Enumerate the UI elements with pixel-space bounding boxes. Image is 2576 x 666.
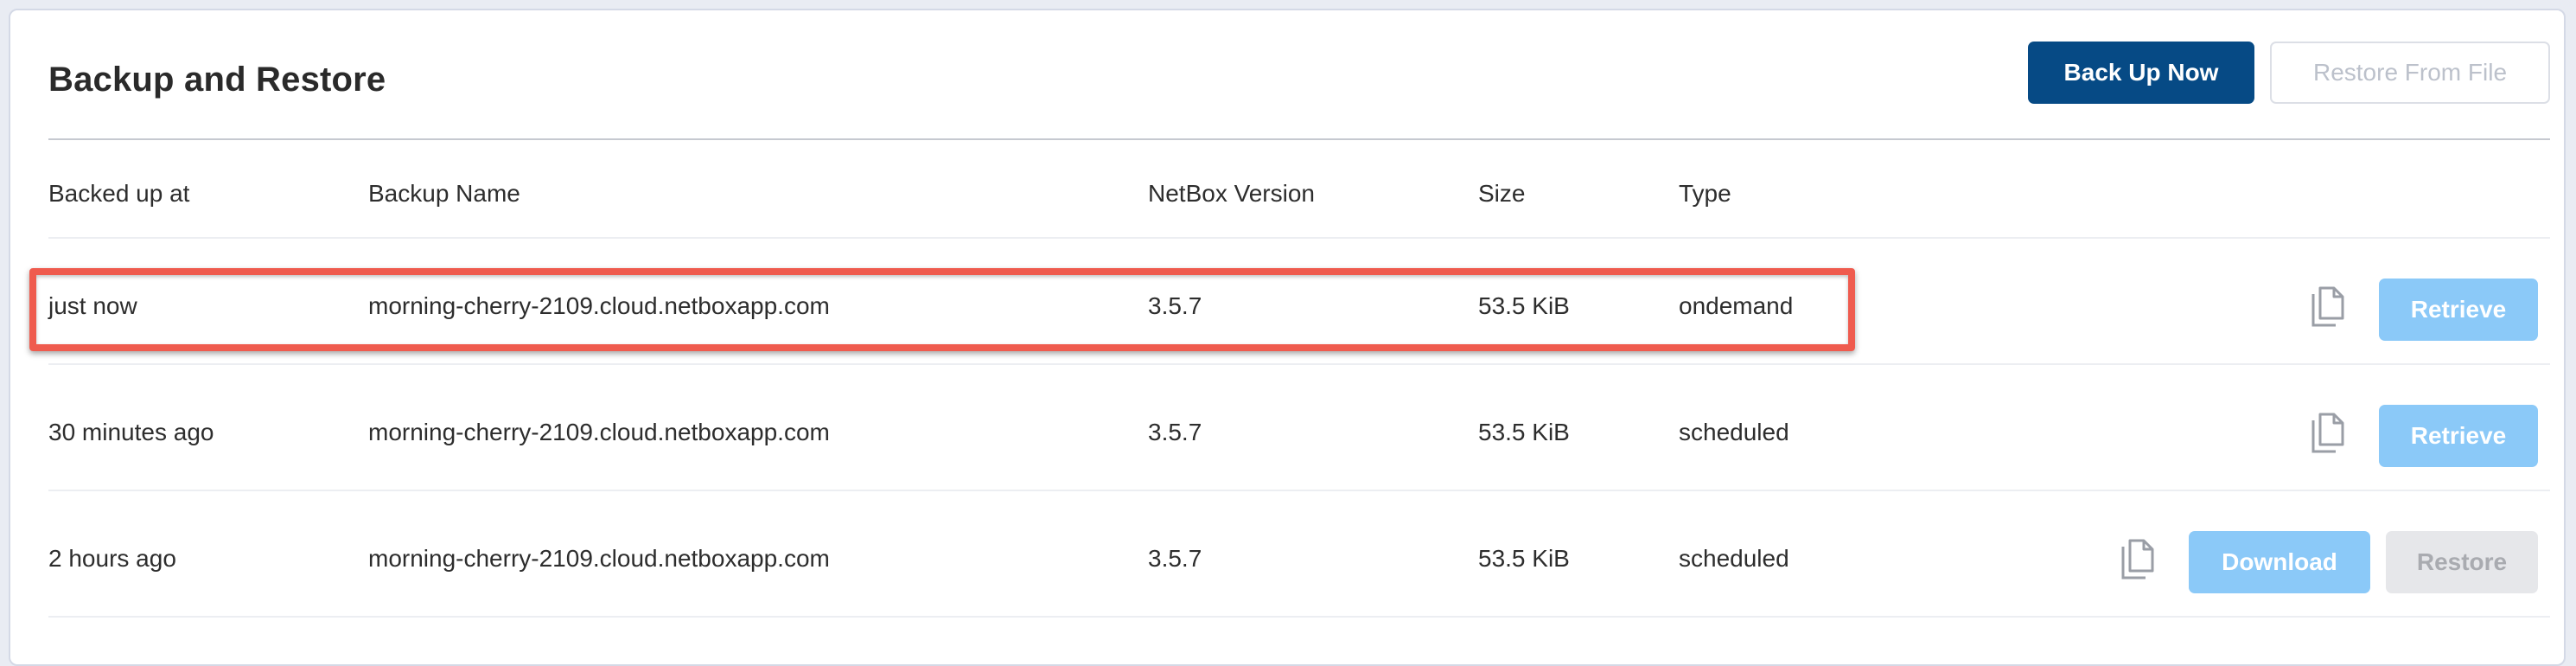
- row-divider: [48, 363, 2550, 365]
- cell-type: scheduled: [1679, 545, 1789, 572]
- cell-backed-up-at: 2 hours ago: [48, 545, 176, 572]
- row-divider: [48, 616, 2550, 618]
- cell-backed-up-at: 30 minutes ago: [48, 419, 214, 445]
- download-button[interactable]: Download: [2189, 531, 2370, 593]
- title-divider: [48, 138, 2550, 140]
- cell-backup-name: morning-cherry-2109.cloud.netboxapp.com: [368, 545, 830, 572]
- cell-backup-name: morning-cherry-2109.cloud.netboxapp.com: [368, 419, 830, 445]
- copy-icon[interactable]: [2310, 412, 2346, 455]
- cell-version: 3.5.7: [1148, 545, 1202, 572]
- page-title: Backup and Restore: [48, 61, 386, 99]
- header-backed-up-at: Backed up at: [48, 180, 190, 207]
- retrieve-button[interactable]: Retrieve: [2379, 279, 2538, 341]
- header-backup-name: Backup Name: [368, 180, 520, 207]
- cell-version: 3.5.7: [1148, 419, 1202, 445]
- header-netbox-version: NetBox Version: [1148, 180, 1315, 207]
- copy-icon[interactable]: [2310, 285, 2346, 329]
- backup-restore-panel: Backup and Restore Back Up Now Restore F…: [9, 9, 2566, 666]
- cell-size: 53.5 KiB: [1478, 419, 1570, 445]
- highlight-annotation: [29, 268, 1855, 351]
- retrieve-button[interactable]: Retrieve: [2379, 405, 2538, 467]
- row-divider: [48, 490, 2550, 491]
- restore-button[interactable]: Restore: [2386, 531, 2538, 593]
- restore-from-file-button[interactable]: Restore From File: [2270, 42, 2550, 104]
- cell-size: 53.5 KiB: [1478, 545, 1570, 572]
- copy-icon[interactable]: [2120, 538, 2156, 581]
- header-size: Size: [1478, 180, 1526, 207]
- header-divider: [48, 237, 2550, 239]
- header-type: Type: [1679, 180, 1731, 207]
- back-up-now-button[interactable]: Back Up Now: [2028, 42, 2254, 104]
- cell-type: scheduled: [1679, 419, 1789, 445]
